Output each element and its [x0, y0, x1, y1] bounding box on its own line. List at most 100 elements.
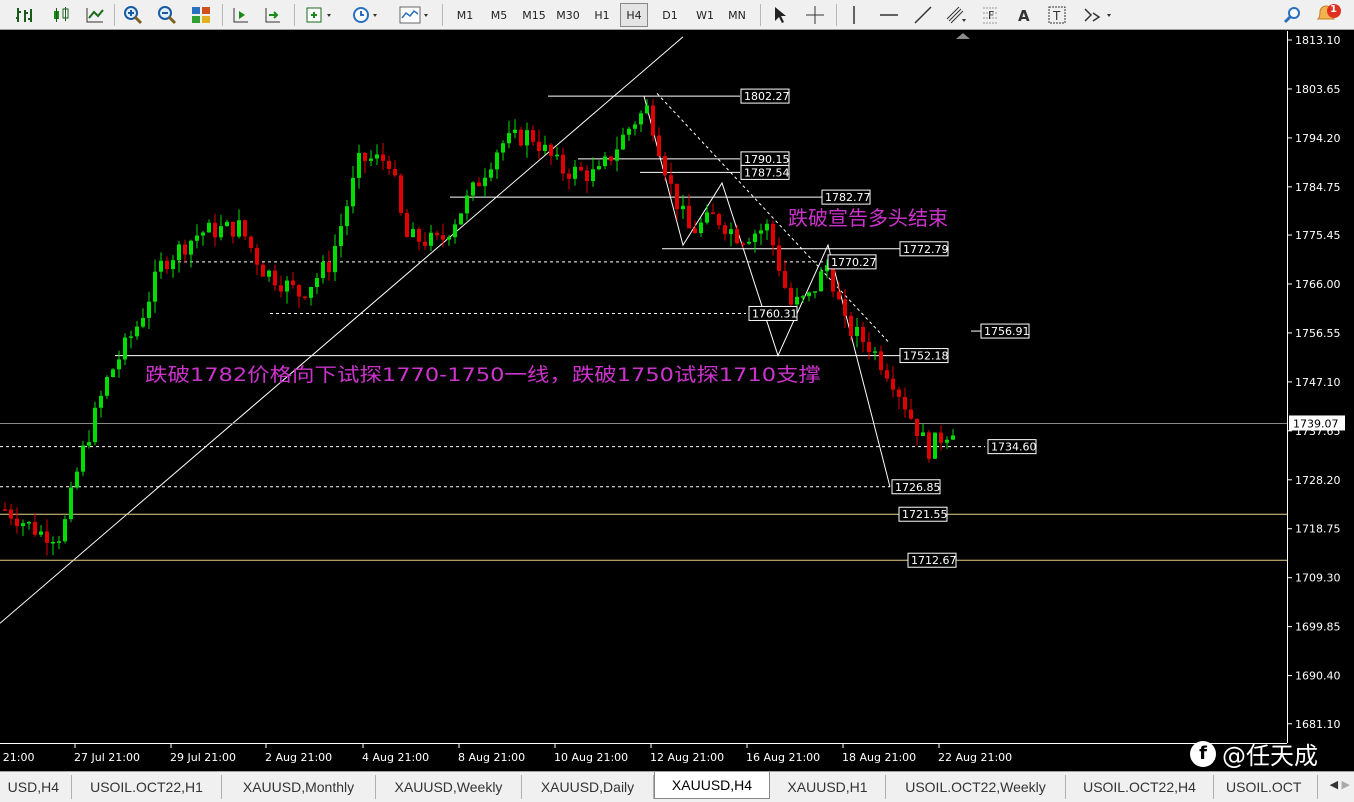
tab-xauusd-monthly[interactable]: XAUUSD,Monthly: [222, 775, 376, 799]
indicators-icon[interactable]: [302, 3, 338, 27]
candle-body: [645, 105, 649, 114]
facebook-logo-icon: f: [1190, 740, 1216, 767]
timeframe-m5[interactable]: M5: [484, 3, 514, 27]
level-label: 1802.27: [744, 90, 790, 103]
tab-xauusd-h4[interactable]: XAUUSD,H4: [654, 772, 770, 799]
candle-body: [237, 220, 241, 237]
tab-scroll-right-icon[interactable]: ▶: [1342, 778, 1350, 791]
y-tick-label: 1728.20: [1295, 474, 1341, 487]
candle-body: [903, 396, 907, 410]
candle-body: [369, 158, 373, 161]
candle-body: [621, 134, 625, 150]
templates-icon[interactable]: [396, 3, 434, 27]
candle-body: [531, 130, 535, 142]
candle-body: [759, 230, 763, 234]
timeframe-m1[interactable]: M1: [450, 3, 480, 27]
candle-body: [879, 351, 883, 371]
x-tick-label: 8 Aug 21:00: [458, 751, 525, 764]
candle-body: [15, 518, 19, 527]
candle-body: [9, 509, 13, 519]
tab-usoil-h1[interactable]: USOIL.OCT22,H1: [72, 775, 222, 799]
candle-body: [183, 244, 187, 255]
annotation-downside-targets[interactable]: 跌破1782价格向下试探1770-1750一线，跌破1750试探1710支撑: [145, 364, 821, 386]
candle-body: [255, 247, 259, 265]
candle-body: [711, 212, 715, 215]
tile-windows-icon[interactable]: [188, 3, 214, 27]
candle-body: [519, 129, 523, 146]
candle-body: [165, 260, 169, 270]
candle-body: [291, 280, 295, 286]
candle-body: [111, 369, 115, 378]
search-icon[interactable]: [1280, 3, 1306, 27]
timeframe-h1[interactable]: H1: [588, 3, 616, 27]
timeframe-h4[interactable]: H4: [620, 3, 648, 27]
timeframe-mn[interactable]: MN: [722, 3, 752, 27]
timeframe-m15[interactable]: M15: [518, 3, 550, 27]
zoom-out-icon[interactable]: [154, 3, 180, 27]
candle-body: [273, 270, 277, 286]
tab-xauusd-h1[interactable]: XAUUSD,H1: [770, 775, 886, 799]
timeframe-d1[interactable]: D1: [656, 3, 684, 27]
level-label: 1770.27: [831, 256, 877, 269]
watermark: f @任天成: [1190, 736, 1318, 771]
level-label: 1712.67: [911, 554, 957, 567]
candle-body: [117, 359, 121, 370]
zoom-in-icon[interactable]: [120, 3, 146, 27]
text-icon[interactable]: A: [1012, 3, 1036, 27]
level-label: 1787.54: [744, 166, 790, 179]
tab-usd-h4[interactable]: USD,H4: [0, 775, 72, 799]
candle-body: [693, 228, 697, 234]
notifications-icon[interactable]: 1: [1312, 3, 1346, 27]
vertical-line-icon[interactable]: [842, 3, 866, 27]
candle-body: [669, 175, 673, 184]
periodicity-clock-icon[interactable]: [348, 3, 384, 27]
tab-usoil-h4[interactable]: USOIL.OCT22,H4: [1066, 775, 1214, 799]
candle-body: [627, 128, 631, 135]
candle-body: [771, 223, 775, 246]
tab-xauusd-daily[interactable]: XAUUSD,Daily: [522, 775, 654, 799]
candle-body: [723, 225, 727, 235]
candle-body: [843, 299, 847, 316]
bar-chart-icon[interactable]: [12, 3, 38, 27]
candle-body: [399, 175, 403, 213]
candle-body: [435, 232, 439, 236]
horizontal-line-icon[interactable]: [876, 3, 902, 27]
y-tick-label: 1813.10: [1295, 34, 1341, 47]
candle-body: [591, 169, 595, 182]
tab-scroll-left-icon[interactable]: ◀: [1330, 778, 1338, 791]
candle-body: [297, 285, 301, 297]
candle-body: [939, 432, 943, 443]
timeframe-m30[interactable]: M30: [552, 3, 584, 27]
channels-icon[interactable]: [942, 3, 970, 27]
candlestick-icon[interactable]: [48, 3, 74, 27]
chart-shift-icon[interactable]: [228, 3, 254, 27]
autoscroll-icon[interactable]: [260, 3, 286, 27]
toolbar: M1 M5 M15 M30 H1 H4 D1 W1 MN F A T 1: [0, 0, 1354, 30]
candle-body: [381, 154, 385, 161]
cursor-arrow-icon[interactable]: [768, 3, 792, 27]
tab-usoil-weekly[interactable]: USOIL.OCT22,Weekly: [886, 775, 1066, 799]
annotation-bull-end[interactable]: 跌破宣告多头结束: [788, 206, 948, 230]
candle-body: [51, 542, 55, 544]
candle-body: [945, 439, 949, 443]
trendline-icon[interactable]: [910, 3, 936, 27]
y-tick-label: 1699.85: [1295, 621, 1341, 634]
candle-body: [921, 432, 925, 436]
candle-body: [489, 169, 493, 178]
candle-body: [549, 144, 553, 156]
tab-usoil-partial[interactable]: USOIL.OCT: [1214, 775, 1318, 799]
line-chart-icon[interactable]: [82, 3, 108, 27]
arrows-shapes-icon[interactable]: [1078, 3, 1118, 27]
level-label: 1726.85: [895, 481, 941, 494]
tab-scroll-arrows[interactable]: ◀ ▶: [1330, 778, 1350, 791]
crosshair-icon[interactable]: [802, 3, 828, 27]
candle-body: [789, 287, 793, 305]
fibonacci-icon[interactable]: F: [978, 3, 1006, 27]
tab-xauusd-weekly[interactable]: XAUUSD,Weekly: [376, 775, 522, 799]
level-label: 1756.91: [984, 325, 1030, 338]
candle-body: [741, 243, 745, 245]
current-price-label: 1739.07: [1293, 417, 1339, 430]
text-label-icon[interactable]: T: [1044, 3, 1070, 27]
timeframe-w1[interactable]: W1: [690, 3, 720, 27]
price-chart[interactable]: 1813.10 1803.65 1794.20 1784.75 1775.45 1766.…: [0, 31, 1354, 772]
